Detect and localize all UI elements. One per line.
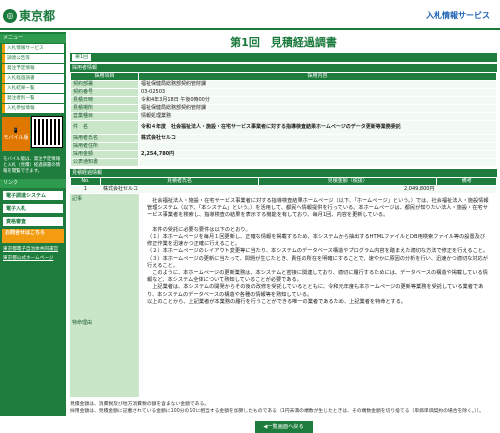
main-content: 第1回 見積経過調書 第1回 採用者情報 採用項目 採用内容 契約部署 福祉保健局総… [70,32,497,433]
row-value: 福祉保健局総務部契約管財課 [138,104,497,113]
row-value: 2,254,780円 [138,150,497,159]
sidebar: メニュー 入札情報サービス 調達公告等 発注予定情報 入札経過調書 入札結果一覧… [0,32,66,416]
tab-bar: 第1回 [70,53,497,62]
footnote: 見積金額は、消費税及び地方消費税の額を含まない金額である。 採用金額は、見積金額… [70,402,484,414]
contact-button[interactable]: お問合せはこちら [2,229,64,243]
bid-col-no: No. [70,177,101,186]
row-label: 件 名 [70,120,139,135]
row-label: 公表通知書 [70,158,139,167]
row-label: 採用者住所 [70,142,139,151]
row-label: 採用者氏名 [70,134,139,143]
mobile-note: モバイル版は、発注予定情報と入札（見積）経過調書の情報を閲覧できます。 [3,157,61,174]
sidebar-item[interactable]: 入札経過調書 [2,74,64,83]
row-label: 契約番号 [70,88,139,97]
sidebar-item[interactable]: 調達公告等 [2,54,64,63]
row-label: 契約部署 [70,80,139,89]
row-value: 情報処理業務 [138,112,497,121]
bid-col-note: 備考 [436,177,497,186]
sidebar-item[interactable]: 発注者別一覧 [2,94,64,103]
sidebar-item[interactable]: 入札参加情報 [2,104,64,113]
mobile-button[interactable]: 📱 モバイル版 [2,117,30,151]
mobile-block: 📱 モバイル版 [2,116,64,151]
row-label: 見積日時 [70,96,139,105]
page-title: 第1回 見積経過調書 [230,36,337,49]
row-label: 採用金額 [70,150,139,159]
sidebar-item[interactable]: 入札結果一覧 [2,84,64,93]
sidebar-menu-head: メニュー [0,34,66,43]
bid-col-amount: 見積金額（税抜） [258,177,438,186]
row-value: 福祉保健局総務部契約管財課 [138,80,497,89]
sidebar-item[interactable]: 発注予定情報 [2,64,64,73]
col-content: 採用内容 [138,72,497,81]
remark-section: 記事特命理由 社会福祉法人・施設・在宅サービス事業者に対する指導検査結果ホームペ… [70,194,497,397]
col-item: 採用項目 [70,72,139,81]
row-label: 営業種目 [70,112,139,121]
link-official[interactable]: 東京都公式ホームページ [0,254,66,263]
link-e-procurement[interactable]: 電子調達システム [2,190,64,201]
row-value [138,158,497,167]
section-bid-info: 見積経過情報 [70,169,497,177]
reason-label: 特命理由 [72,320,93,326]
link-qualification[interactable]: 資格審査 [2,216,64,227]
bid-amount: 2,049,800円 [258,185,438,194]
back-to-list-button[interactable]: ◀一覧画面へ戻る [254,421,313,433]
bid-table: No. 見積者氏名 見積金額（税抜） 備考 1 株式会社セルコ 2,049,800円 [70,177,497,194]
remark-label: 記事 [72,196,83,202]
mobile-label: モバイル版 [3,134,29,141]
row-label: 見積場所 [70,104,139,113]
link-e-bidding[interactable]: 電子入札 [2,203,64,214]
bid-name: 株式会社セルコ [99,185,260,194]
winner-table: 採用項目 採用内容 契約部署 福祉保健局総務部契約管財課 契約番号 03-02503 … [70,72,497,167]
header: ◎ 東京都 入札情報サービス [0,0,500,30]
logo-text: 東京都 [19,9,56,23]
sidebar-item[interactable]: 入札情報サービス [2,44,64,53]
row-value: 株式会社セルコ [138,134,497,143]
subject-value: 令和４年度 社会福祉法人・施設・在宅サービス事業者に対する指導検査結果ホームペー… [138,120,497,135]
row-value [138,142,497,151]
row-value: 令和4年3月18日 午後0時00分 [138,96,497,105]
section-winner-info: 採用者情報 [70,64,497,72]
bid-col-name: 見積者氏名 [99,177,260,186]
bid-note [436,185,497,194]
qr-code-icon [31,116,63,148]
link-kyodo[interactable]: 東京都電子自治体共同運営 [0,245,66,254]
remark-label-cell: 記事 特命理由 [70,194,138,397]
row-value: 03-02503 [138,88,497,97]
tokyo-logo[interactable]: ◎ 東京都 [3,7,55,24]
tab-round-1[interactable]: 第1回 [72,54,92,61]
system-link[interactable]: 入札情報サービス [426,10,490,21]
sidebar-links-head: リンク [0,179,66,188]
tokyo-emblem-icon: ◎ [3,8,17,23]
remark-text: 社会福祉法人・施設・在宅サービス事業者に対する指導検査結果ホームページ（以下、「… [138,194,497,397]
bid-no: 1 [70,185,101,194]
